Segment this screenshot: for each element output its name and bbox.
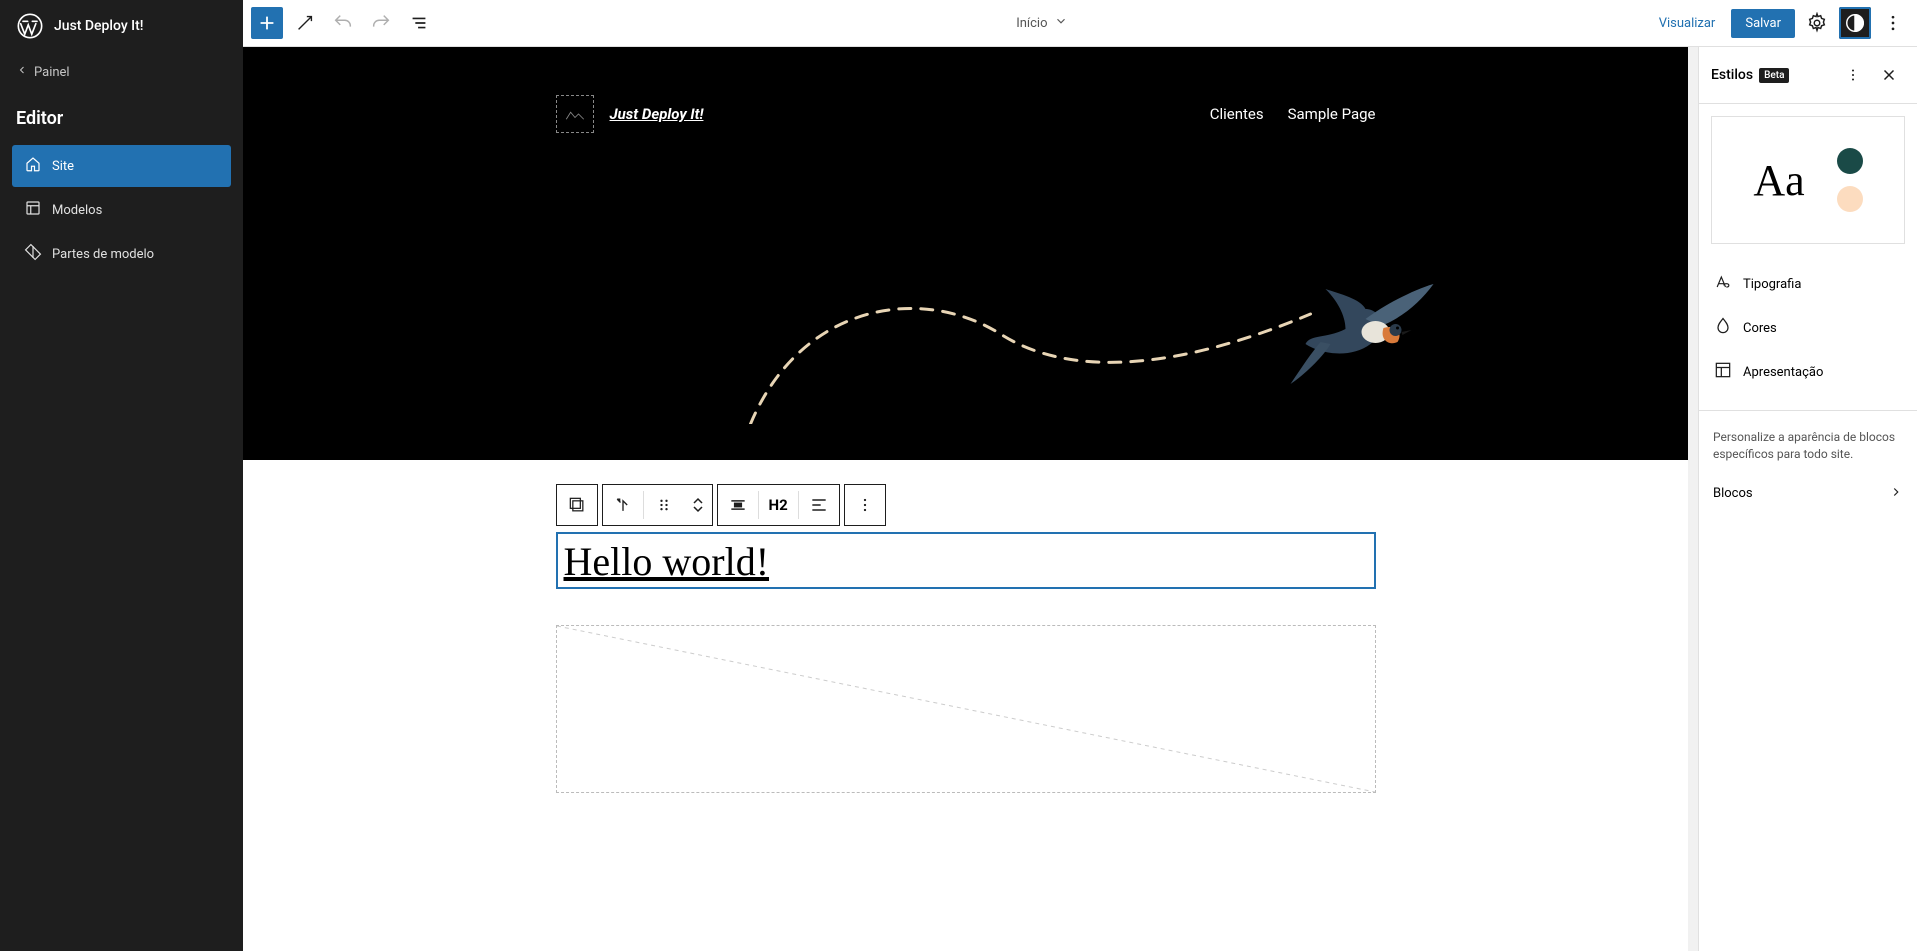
option-label: Apresentação (1743, 365, 1823, 380)
layout-icon (24, 199, 42, 221)
close-panel-button[interactable] (1873, 59, 1905, 91)
post-content-area: H2 Hello world! (556, 460, 1376, 841)
undo-button[interactable] (327, 7, 359, 39)
option-label: Cores (1743, 321, 1777, 336)
drag-handle[interactable] (644, 485, 684, 525)
layout-icon (1713, 360, 1733, 384)
nav-label: Site (52, 159, 74, 174)
primary-nav[interactable]: Clientes Sample Page (1210, 105, 1376, 123)
option-label: Tipografia (1743, 277, 1801, 292)
site-title[interactable]: Just Deploy It! (610, 105, 704, 123)
preview-swatches (1837, 148, 1863, 212)
styles-panel-button[interactable] (1839, 7, 1871, 39)
chevron-down-icon (1054, 14, 1068, 32)
preview-button[interactable]: Visualizar (1649, 10, 1726, 37)
main-area: Início Visualizar Salvar (243, 0, 1917, 951)
heading-block[interactable]: Hello world! (556, 532, 1376, 589)
template-switcher[interactable]: Início (1016, 14, 1067, 32)
nav-label: Modelos (52, 203, 102, 218)
wordpress-logo-icon (16, 12, 44, 40)
chevron-right-icon (1889, 485, 1903, 503)
featured-image-placeholder[interactable] (556, 625, 1376, 793)
editor-canvas[interactable]: Just Deploy It! Clientes Sample Page (243, 47, 1688, 951)
style-options-list: Tipografia Cores Apresentação (1699, 256, 1917, 400)
scrollbar[interactable] (1688, 47, 1698, 951)
align-button[interactable] (718, 485, 758, 525)
move-up-down[interactable] (684, 485, 712, 525)
redo-button[interactable] (365, 7, 397, 39)
list-view-button[interactable] (403, 7, 435, 39)
nav-link[interactable]: Sample Page (1288, 105, 1376, 123)
site-logo-placeholder[interactable] (556, 95, 594, 133)
section-title: Editor (0, 92, 243, 145)
hero-illustration (613, 274, 1568, 428)
admin-sidebar: Just Deploy It! Painel Editor Site Model… (0, 0, 243, 951)
site-name: Just Deploy It! (54, 18, 144, 34)
nav-item-site[interactable]: Site (12, 145, 231, 187)
swatch-dark (1837, 148, 1863, 174)
add-block-button[interactable] (251, 7, 283, 39)
back-label: Painel (34, 65, 70, 80)
divider (1699, 410, 1917, 411)
save-button[interactable]: Salvar (1731, 9, 1795, 38)
panel-title: Estilos (1711, 67, 1753, 83)
blocks-hint: Personalize a aparência de blocos especí… (1699, 421, 1917, 471)
styles-panel: Estilos Beta Aa (1698, 47, 1917, 951)
heading-level-button[interactable]: H2 (759, 485, 798, 525)
site-header[interactable]: Just Deploy It! (0, 0, 243, 52)
template-name: Início (1016, 16, 1047, 31)
layout-option[interactable]: Apresentação (1699, 350, 1917, 394)
hero-section[interactable]: Just Deploy It! Clientes Sample Page (243, 47, 1688, 460)
settings-button[interactable] (1801, 7, 1833, 39)
colors-icon (1713, 316, 1733, 340)
chevron-left-icon (16, 64, 28, 80)
colors-option[interactable]: Cores (1699, 306, 1917, 350)
nav-link[interactable]: Clientes (1210, 105, 1264, 123)
panel-options-button[interactable] (1837, 59, 1869, 91)
editor-topbar: Início Visualizar Salvar (243, 0, 1917, 47)
nav-item-template-parts[interactable]: Partes de modelo (12, 233, 231, 275)
swatch-light (1837, 186, 1863, 212)
typography-option[interactable]: Tipografia (1699, 262, 1917, 306)
typography-icon (1713, 272, 1733, 296)
blocks-option[interactable]: Blocos (1699, 471, 1917, 517)
heading-text[interactable]: Hello world! (564, 538, 1368, 585)
style-preview-card[interactable]: Aa (1711, 116, 1905, 244)
block-options-button[interactable] (845, 485, 885, 525)
template-parts-icon (24, 243, 42, 265)
more-options-button[interactable] (1877, 7, 1909, 39)
nav-item-templates[interactable]: Modelos (12, 189, 231, 231)
text-align-button[interactable] (799, 485, 839, 525)
site-header-block[interactable]: Just Deploy It! Clientes Sample Page (556, 95, 1376, 133)
beta-badge: Beta (1759, 68, 1789, 83)
preview-typography-sample: Aa (1753, 155, 1804, 206)
home-icon (24, 155, 42, 177)
block-type-button[interactable] (603, 485, 643, 525)
content-wrap: Just Deploy It! Clientes Sample Page (243, 47, 1917, 951)
tools-toggle-button[interactable] (289, 7, 321, 39)
topbar-right: Visualizar Salvar (1649, 7, 1909, 39)
blocks-label: Blocos (1713, 486, 1753, 501)
nav-label: Partes de modelo (52, 247, 154, 262)
back-to-dashboard[interactable]: Painel (0, 52, 243, 92)
panel-header: Estilos Beta (1699, 47, 1917, 104)
topbar-left (251, 7, 435, 39)
block-toolbar: H2 (556, 484, 886, 526)
select-parent-button[interactable] (557, 485, 597, 525)
editor-nav: Site Modelos Partes de modelo (0, 145, 243, 277)
